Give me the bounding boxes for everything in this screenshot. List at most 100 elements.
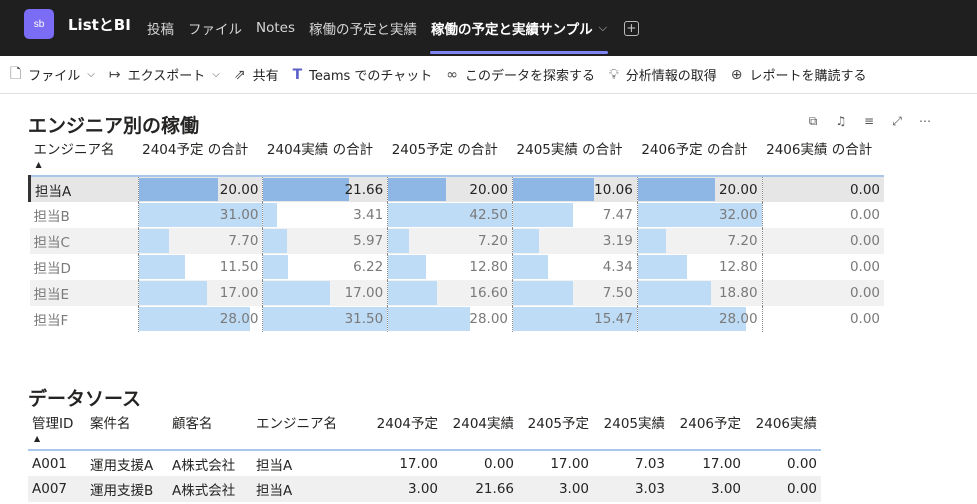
engineer-name-cell[interactable]: 担当A — [28, 175, 139, 202]
value-cell[interactable]: 0.00 — [762, 306, 884, 332]
table-cell[interactable]: 0.00 — [442, 449, 518, 476]
more-options-icon[interactable]: ⋯ — [918, 114, 932, 129]
value-cell[interactable]: 7.20 — [387, 228, 514, 254]
teams-chat-button[interactable]: T Teams でのチャット — [293, 65, 433, 85]
value-cell[interactable]: 4.34 — [512, 254, 638, 280]
col-header-id[interactable]: 管理ID ▲ — [28, 412, 86, 450]
col-header-2406-plan[interactable]: 2406予定 の合計 — [637, 138, 762, 176]
table-cell[interactable]: 0.00 — [745, 449, 821, 476]
table-row[interactable]: 担当C 7.70 5.97 7.20 3.19 7.20 0.00 — [29, 228, 884, 254]
chevron-down-icon[interactable]: ⌵ — [599, 21, 607, 35]
value-cell[interactable]: 3.19 — [512, 228, 638, 254]
value-cell[interactable]: 21.66 — [262, 175, 389, 202]
col-header-engineer[interactable]: エンジニア名 — [252, 412, 356, 450]
value-cell[interactable]: 28.00 — [637, 306, 763, 332]
bell-icon[interactable]: ♫ — [834, 114, 848, 129]
table-cell[interactable]: 17.00 — [356, 449, 442, 476]
table-row[interactable]: 担当F 28.00 31.50 28.00 15.47 28.00 0.00 — [29, 306, 884, 332]
tab-schedule-actual[interactable]: 稼働の予定と実績 — [302, 0, 424, 56]
value-cell[interactable]: 42.50 — [387, 202, 514, 228]
col-header-2406-actual[interactable]: 2406実績 の合計 — [762, 138, 884, 176]
table-cell[interactable]: 担当A — [252, 449, 356, 476]
engineer-name-cell[interactable]: 担当D — [29, 254, 139, 280]
table-row[interactable]: 担当E 17.00 17.00 16.60 7.50 18.80 0.00 — [29, 280, 884, 306]
tab-files[interactable]: ファイル — [181, 0, 249, 56]
value-cell[interactable]: 17.00 — [138, 280, 264, 306]
value-cell[interactable]: 32.00 — [637, 202, 763, 228]
table-cell[interactable]: 3.00 — [518, 476, 593, 502]
table-cell[interactable]: 7.03 — [593, 449, 669, 476]
value-cell[interactable]: 16.60 — [387, 280, 514, 306]
col-header-2404-actual[interactable]: 2404実績 の合計 — [263, 138, 388, 176]
export-menu[interactable]: ↦ エクスポート ⌵ — [109, 65, 220, 85]
col-header-2406-plan[interactable]: 2406予定 — [669, 412, 745, 450]
table-cell[interactable]: 3.00 — [669, 476, 745, 502]
table-cell[interactable]: 3.00 — [356, 476, 442, 502]
value-cell[interactable]: 0.00 — [762, 202, 884, 228]
table-cell[interactable]: A株式会社 — [168, 476, 252, 502]
value-cell[interactable]: 10.06 — [512, 175, 638, 202]
tab-posts[interactable]: 投稿 — [140, 0, 181, 56]
value-cell[interactable]: 0.00 — [762, 175, 884, 202]
value-cell[interactable]: 20.00 — [637, 175, 763, 202]
table-row[interactable]: 担当A 20.00 21.66 20.00 10.06 20.00 0.00 — [28, 175, 884, 202]
value-cell[interactable]: 28.00 — [387, 306, 514, 332]
value-cell[interactable]: 31.00 — [138, 202, 264, 228]
share-button[interactable]: ⇗ 共有 — [234, 65, 279, 85]
table-cell[interactable]: 運用支援B — [86, 476, 168, 502]
table-row[interactable]: A007 運用支援B A株式会社 担当A 3.00 21.66 3.00 3.03 3.00 0.… — [28, 476, 821, 502]
engineer-name-cell[interactable]: 担当F — [29, 306, 139, 332]
table-cell[interactable]: A株式会社 — [168, 449, 252, 476]
value-cell[interactable]: 12.80 — [387, 254, 514, 280]
table-row[interactable]: 担当B 31.00 3.41 42.50 7.47 32.00 0.00 — [29, 202, 884, 228]
value-cell[interactable]: 7.47 — [512, 202, 638, 228]
value-cell[interactable]: 0.00 — [762, 280, 884, 306]
engineer-name-cell[interactable]: 担当E — [29, 280, 139, 306]
col-header-2405-plan[interactable]: 2405予定 の合計 — [388, 138, 513, 176]
value-cell[interactable]: 15.47 — [512, 306, 638, 332]
table-cell[interactable]: A001 — [28, 449, 86, 476]
col-header-project[interactable]: 案件名 — [86, 412, 168, 450]
col-header-2405-plan[interactable]: 2405予定 — [518, 412, 593, 450]
filter-icon[interactable]: ≡ — [862, 114, 876, 129]
value-cell[interactable]: 31.50 — [262, 306, 389, 332]
value-cell[interactable]: 12.80 — [637, 254, 763, 280]
value-cell[interactable]: 6.22 — [262, 254, 389, 280]
table-row[interactable]: 担当D 11.50 6.22 12.80 4.34 12.80 0.00 — [29, 254, 884, 280]
value-cell[interactable]: 20.00 — [138, 175, 264, 202]
table-cell[interactable]: 21.66 — [442, 476, 518, 502]
value-cell[interactable]: 11.50 — [138, 254, 264, 280]
tab-notes[interactable]: Notes — [249, 0, 302, 56]
tab-schedule-actual-sample[interactable]: 稼働の予定と実績サンプル ⌵ — [424, 0, 614, 56]
table-cell[interactable]: 担当A — [252, 476, 356, 502]
value-cell[interactable]: 20.00 — [387, 175, 514, 202]
get-insights-button[interactable]: 💡︎ 分析情報の取得 — [609, 65, 717, 85]
focus-mode-icon[interactable]: ⤢ — [890, 114, 904, 129]
value-cell[interactable]: 7.70 — [138, 228, 264, 254]
explore-data-button[interactable]: ∞ このデータを探索する — [446, 65, 595, 85]
value-cell[interactable]: 28.00 — [138, 306, 264, 332]
table-cell[interactable]: 運用支援A — [86, 449, 168, 476]
value-cell[interactable]: 18.80 — [637, 280, 763, 306]
value-cell[interactable]: 5.97 — [262, 228, 389, 254]
subscribe-button[interactable]: ⊕ レポートを購読する — [731, 65, 867, 85]
value-cell[interactable]: 0.00 — [762, 254, 884, 280]
copy-icon[interactable]: ⧉ — [806, 114, 820, 129]
value-cell[interactable]: 17.00 — [262, 280, 389, 306]
col-header-engineer[interactable]: エンジニア名 ▲ — [30, 138, 139, 176]
table-cell[interactable]: 17.00 — [518, 449, 593, 476]
table-cell[interactable]: 0.00 — [745, 476, 821, 502]
engineer-name-cell[interactable]: 担当C — [29, 228, 139, 254]
value-cell[interactable]: 0.00 — [762, 228, 884, 254]
add-tab-button[interactable]: + — [614, 0, 649, 56]
value-cell[interactable]: 7.20 — [637, 228, 763, 254]
engineer-name-cell[interactable]: 担当B — [29, 202, 139, 228]
file-menu[interactable]: 🗋 ファイル ⌵ — [10, 63, 95, 87]
table-row[interactable]: A001 運用支援A A株式会社 担当A 17.00 0.00 17.00 7.03 17.00… — [28, 449, 821, 476]
col-header-2404-plan[interactable]: 2404予定 の合計 — [138, 138, 263, 176]
table-cell[interactable]: 3.03 — [593, 476, 669, 502]
col-header-2405-actual[interactable]: 2405実績 — [593, 412, 669, 450]
col-header-2406-actual[interactable]: 2406実績 — [745, 412, 821, 450]
value-cell[interactable]: 3.41 — [262, 202, 389, 228]
col-header-customer[interactable]: 顧客名 — [168, 412, 252, 450]
